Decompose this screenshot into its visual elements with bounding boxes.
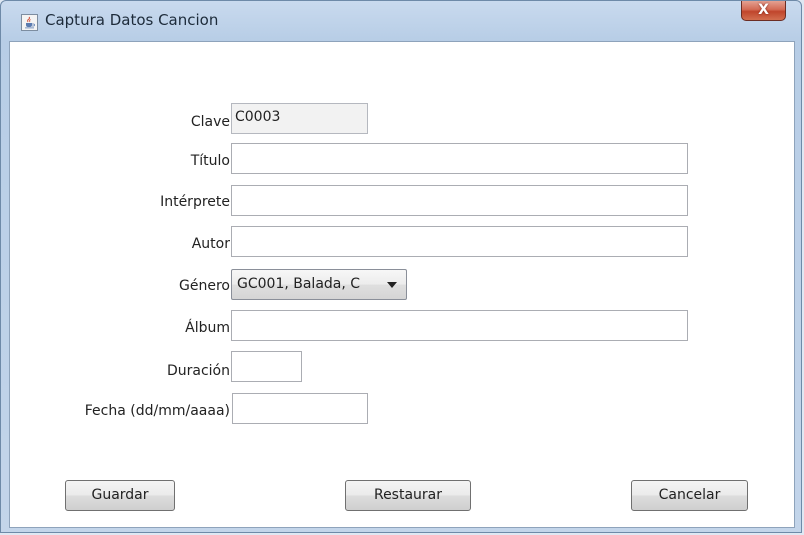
guardar-button[interactable]: Guardar: [65, 480, 175, 511]
duracion-label: Duración: [166, 363, 230, 379]
album-input[interactable]: [231, 310, 688, 341]
autor-label: Autor: [191, 236, 230, 252]
window-title: Captura Datos Cancion: [45, 11, 219, 29]
close-icon: X: [758, 2, 769, 18]
restaurar-button[interactable]: Restaurar: [345, 480, 471, 511]
dialog-window: Captura Datos Cancion X Clave C0003 Títu…: [0, 0, 802, 533]
java-cup-icon: [21, 14, 38, 31]
form-panel: Clave C0003 Título Intérprete Autor Géne…: [9, 41, 795, 528]
title-bar[interactable]: Captura Datos Cancion X: [1, 1, 801, 41]
genero-label: Género: [179, 278, 230, 294]
cancelar-button[interactable]: Cancelar: [631, 480, 748, 511]
chevron-down-icon: [387, 282, 397, 288]
close-button[interactable]: X: [741, 1, 786, 21]
duracion-input[interactable]: [231, 351, 302, 382]
fecha-input[interactable]: [232, 393, 368, 424]
titulo-label: Título: [190, 153, 230, 169]
interprete-input[interactable]: [231, 185, 688, 216]
clave-label: Clave: [190, 114, 230, 130]
interprete-label: Intérprete: [160, 194, 230, 210]
clave-field: C0003: [231, 103, 368, 134]
album-label: Álbum: [185, 320, 230, 336]
genero-dropdown[interactable]: GC001, Balada, C: [231, 269, 407, 300]
autor-input[interactable]: [231, 226, 688, 257]
genero-selected-value: GC001, Balada, C: [237, 276, 361, 292]
fecha-label: Fecha (dd/mm/aaaa): [84, 403, 230, 419]
titulo-input[interactable]: [231, 143, 688, 174]
